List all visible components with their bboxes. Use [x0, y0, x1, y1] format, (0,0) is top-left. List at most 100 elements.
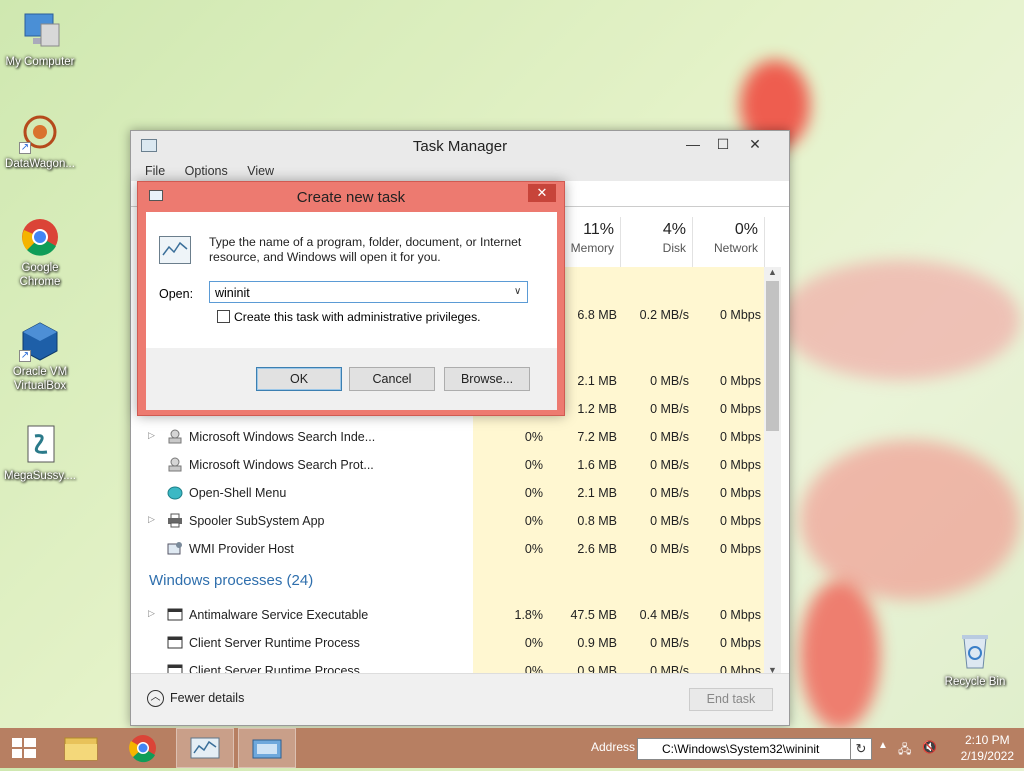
- dialog-description: Type the name of a program, folder, docu…: [209, 235, 522, 264]
- taskbar-file-explorer[interactable]: [52, 728, 110, 768]
- dialog-body: Type the name of a program, folder, docu…: [146, 212, 557, 410]
- desktop-icon-recycle-bin[interactable]: Recycle Bin: [935, 630, 1015, 689]
- network-cell: 0 Mbps: [720, 608, 761, 622]
- cancel-button[interactable]: Cancel: [349, 367, 435, 391]
- cpu-cell: 0%: [524, 636, 543, 650]
- recycle-bin-icon: [954, 630, 996, 672]
- disk-cell: 0 MB/s: [650, 458, 689, 472]
- end-task-button[interactable]: End task: [689, 688, 773, 711]
- ok-button[interactable]: OK: [256, 367, 342, 391]
- admin-privileges-checkbox[interactable]: Create this task with administrative pri…: [217, 310, 481, 324]
- column-header-disk[interactable]: 4% Disk: [621, 217, 693, 267]
- computer-icon: [19, 10, 61, 52]
- wallpaper-petal: [780, 260, 1020, 380]
- desktop-icon-label: Google Chrome: [19, 262, 61, 288]
- title-bar[interactable]: Task Manager — ☐ ✕: [131, 131, 789, 161]
- chrome-icon: [19, 216, 61, 258]
- create-new-task-dialog: Create new task ✕ Type the name of a pro…: [137, 181, 565, 416]
- window-app-icon: [167, 607, 183, 622]
- network-cell: 0 Mbps: [720, 636, 761, 650]
- memory-cell: 2.1 MB: [577, 374, 617, 388]
- menu-view[interactable]: View: [247, 164, 274, 178]
- network-cell: 0 Mbps: [720, 542, 761, 556]
- desktop-icon-virtualbox[interactable]: ↗ Oracle VM VirtualBox: [0, 320, 80, 393]
- taskbar-create-new-task[interactable]: [238, 728, 296, 768]
- scrollbar-thumb[interactable]: [766, 281, 779, 431]
- table-row[interactable]: WMI Provider Host 0% 2.6 MB 0 MB/s 0 Mbp…: [131, 535, 765, 563]
- table-row[interactable]: ▷ Microsoft Windows Search Inde... 0% 7.…: [131, 423, 765, 451]
- run-program-icon: [159, 236, 191, 264]
- desktop-icon-my-computer[interactable]: My Computer: [0, 10, 80, 69]
- disk-cell: 0 MB/s: [650, 374, 689, 388]
- network-label: Network: [713, 241, 758, 255]
- printer-icon: [167, 513, 183, 528]
- checkbox-box[interactable]: [217, 310, 230, 323]
- browse-button[interactable]: Browse...: [444, 367, 530, 391]
- fewer-details-button[interactable]: ︿ Fewer details: [147, 690, 244, 707]
- network-icon[interactable]: 🖧: [898, 740, 911, 761]
- wmi-icon: [167, 541, 183, 556]
- disk-cell: 0 MB/s: [650, 430, 689, 444]
- process-name: Microsoft Windows Search Prot...: [189, 458, 374, 472]
- show-hidden-icons-icon[interactable]: ▲: [878, 740, 888, 751]
- disk-cell: 0.4 MB/s: [639, 608, 689, 622]
- desktop-icon-chrome[interactable]: Google Chrome: [0, 216, 80, 289]
- expand-chevron-icon[interactable]: ▷: [148, 430, 155, 441]
- network-cell: 0 Mbps: [720, 458, 761, 472]
- maximize-button[interactable]: ☐: [709, 133, 737, 155]
- fewer-details-label: Fewer details: [170, 690, 245, 705]
- memory-cell: 1.2 MB: [577, 402, 617, 416]
- windows-logo-icon: [12, 738, 36, 758]
- taskbar-task-manager[interactable]: [176, 728, 234, 768]
- table-row[interactable]: ▷ Antimalware Service Executable 1.8% 47…: [131, 601, 765, 629]
- disk-cell: 0 MB/s: [650, 514, 689, 528]
- desktop-icon-datawagon[interactable]: ↗ DataWagon...: [0, 112, 80, 171]
- cpu-cell: 0%: [524, 458, 543, 472]
- script-file-icon: [19, 424, 61, 466]
- search-service-icon: [167, 429, 183, 444]
- minimize-button[interactable]: —: [679, 133, 707, 155]
- close-button[interactable]: ✕: [741, 133, 769, 155]
- table-row[interactable]: Client Server Runtime Process 0% 0.9 MB …: [131, 629, 765, 657]
- cpu-cell: 0%: [524, 514, 543, 528]
- address-bar[interactable]: C:\Windows\System32\wininit ∨: [637, 738, 871, 760]
- vertical-scrollbar[interactable]: ▲ ▼: [764, 267, 781, 675]
- clock-time: 2:10 PM: [964, 733, 1010, 747]
- table-row[interactable]: Microsoft Windows Search Prot... 0% 1.6 …: [131, 451, 765, 479]
- memory-cell: 1.6 MB: [577, 458, 617, 472]
- open-combobox-input[interactable]: [209, 281, 528, 303]
- taskbar-chrome[interactable]: [114, 728, 172, 768]
- chevron-down-icon[interactable]: ∨: [514, 286, 521, 297]
- expand-chevron-icon[interactable]: ▷: [148, 608, 155, 619]
- table-row[interactable]: Open-Shell Menu 0% 2.1 MB 0 MB/s 0 Mbps: [131, 479, 765, 507]
- desktop-icon-label: Oracle VM VirtualBox: [12, 366, 68, 392]
- network-cell: 0 Mbps: [720, 430, 761, 444]
- volume-muted-icon[interactable]: 🔇: [922, 740, 937, 754]
- window-app-icon: [167, 635, 183, 650]
- expand-chevron-icon[interactable]: ▷: [148, 514, 155, 525]
- network-cell: 0 Mbps: [720, 486, 761, 500]
- table-row[interactable]: ▷ Spooler SubSystem App 0% 0.8 MB 0 MB/s…: [131, 507, 765, 535]
- desktop-icon-megasussy[interactable]: MegaSussy....: [0, 424, 80, 483]
- column-header-network[interactable]: 0% Network: [693, 217, 765, 267]
- refresh-icon[interactable]: ↻: [850, 738, 872, 760]
- scroll-up-icon[interactable]: ▲: [768, 267, 777, 277]
- start-button[interactable]: [0, 728, 48, 768]
- dialog-close-button[interactable]: ✕: [528, 184, 556, 202]
- address-label: Address: [591, 740, 636, 754]
- system-clock[interactable]: 2:10 PM 2/19/2022: [961, 732, 1014, 764]
- menu-file[interactable]: File: [145, 164, 165, 178]
- clock-date: 2/19/2022: [960, 749, 1014, 763]
- disk-cell: 0 MB/s: [650, 636, 689, 650]
- menu-options[interactable]: Options: [185, 164, 228, 178]
- task-manager-icon: [190, 737, 220, 759]
- group-header-row[interactable]: Windows processes (24): [131, 567, 765, 595]
- chevron-up-icon: ︿: [147, 690, 164, 707]
- process-name: Client Server Runtime Process: [189, 636, 360, 650]
- network-cell: 0 Mbps: [720, 514, 761, 528]
- cpu-cell: 0%: [524, 430, 543, 444]
- run-dialog-icon: [252, 739, 282, 759]
- cpu-cell: 0%: [524, 486, 543, 500]
- disk-label: Disk: [662, 241, 686, 255]
- memory-cell: 6.8 MB: [577, 308, 617, 322]
